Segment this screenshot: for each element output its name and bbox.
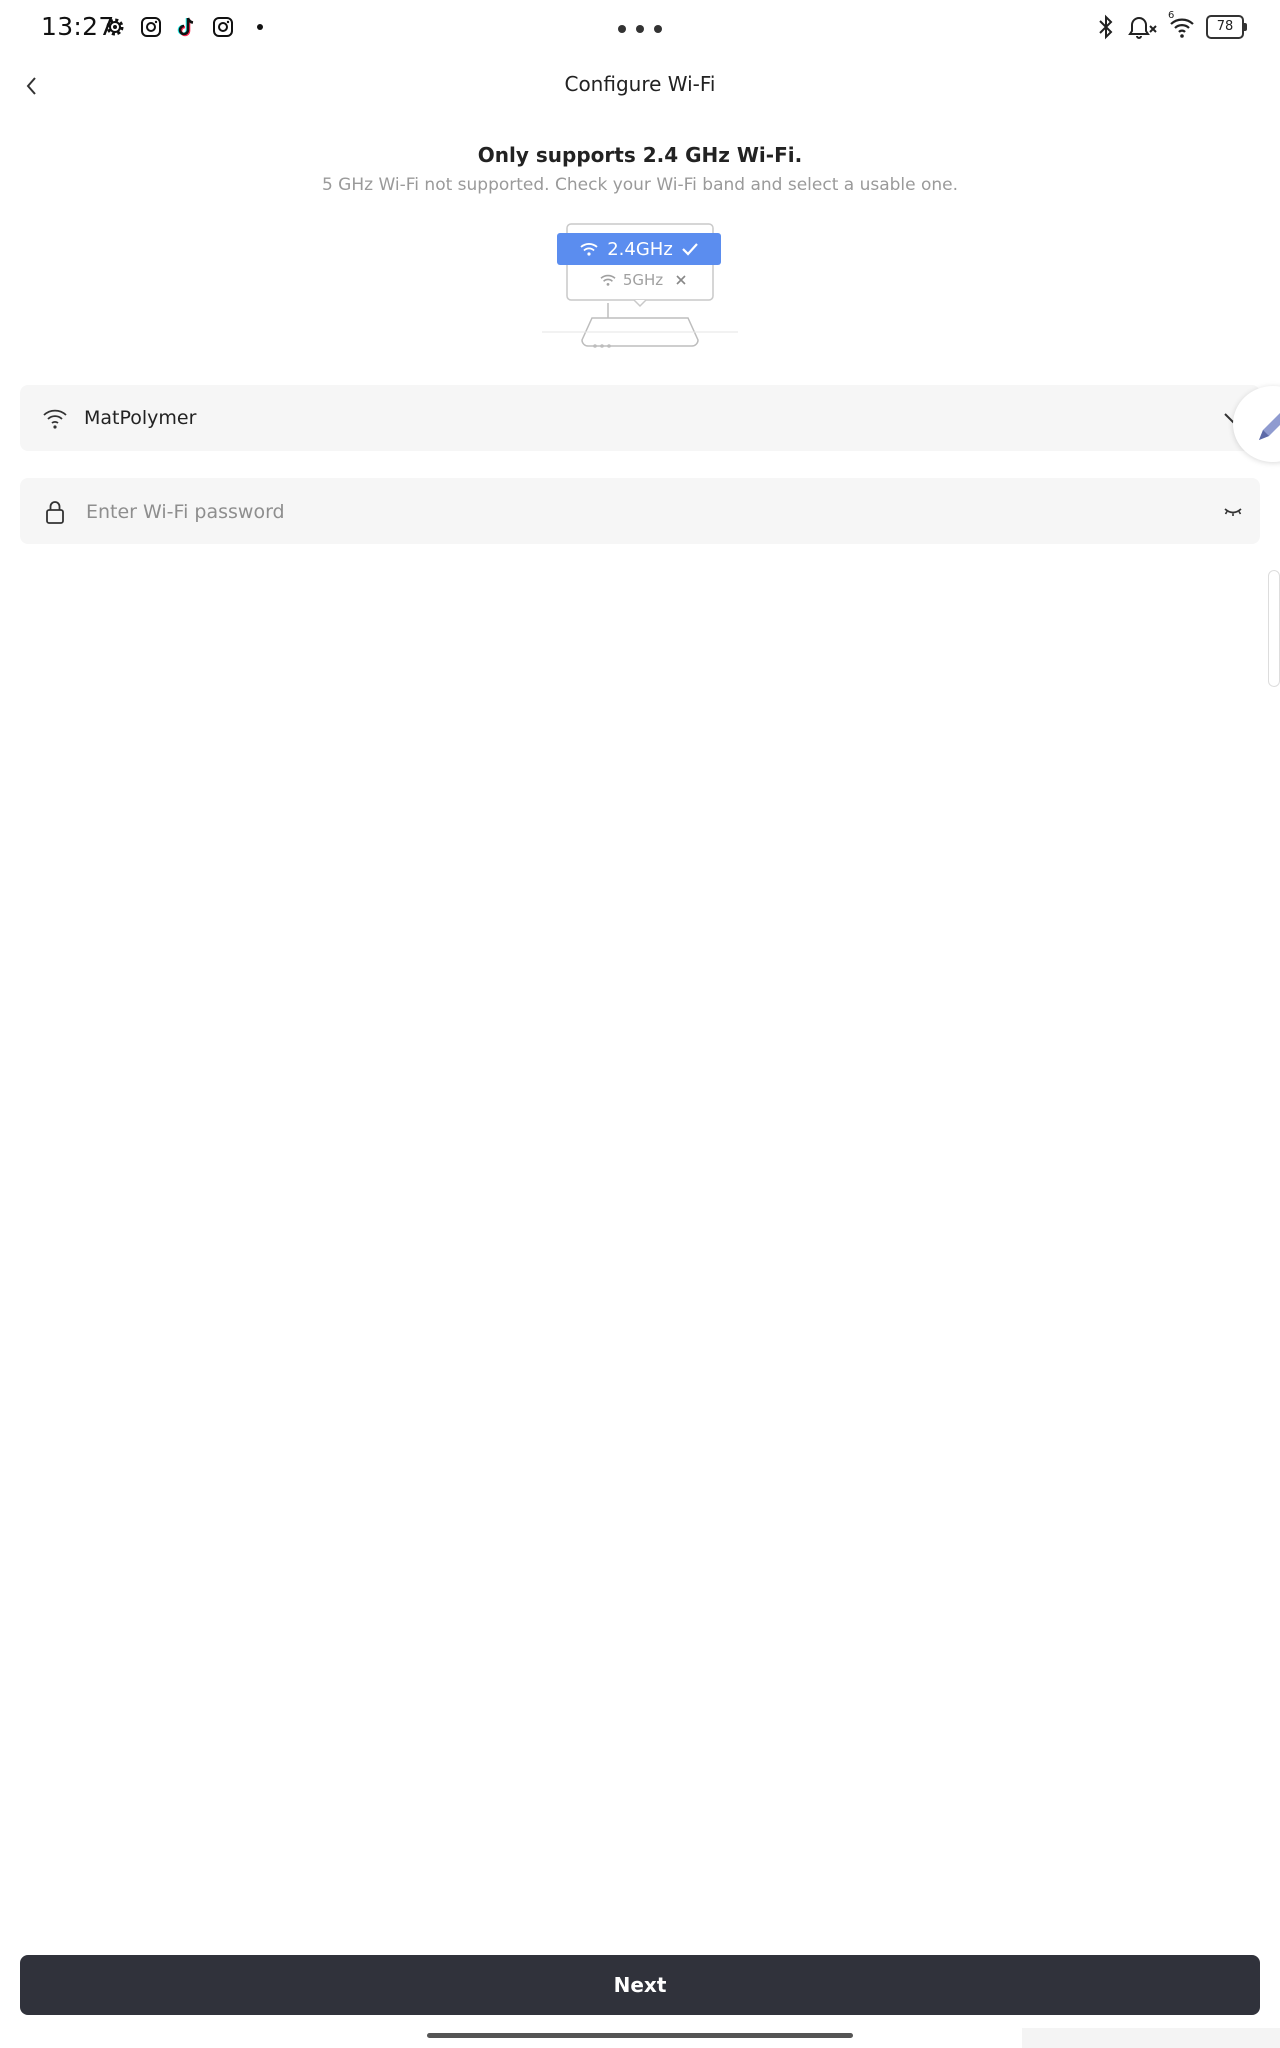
wifi-icon — [600, 274, 616, 286]
page-title: Configure Wi-Fi — [564, 72, 716, 96]
wifi-icon — [43, 409, 67, 429]
instagram-icon — [213, 17, 233, 37]
check-icon — [682, 243, 698, 256]
lock-icon — [46, 501, 64, 524]
wifi-icon — [580, 243, 598, 256]
gear-icon — [106, 18, 124, 36]
band-notice-title: Only supports 2.4 GHz Wi-Fi. — [477, 143, 803, 167]
close-icon — [676, 275, 686, 285]
status-bar: 13:27 6 78 — [0, 0, 1280, 58]
router-band-illustration: 2.4GHz 5GHz — [540, 220, 740, 360]
status-notification-icons — [103, 15, 263, 39]
band-supported-label: 2.4GHz — [607, 238, 673, 260]
home-indicator[interactable] — [427, 2033, 853, 2038]
configure-wifi-screen: 13:27 6 78 Configure Wi-Fi Only supports… — [0, 0, 1280, 2048]
eye-closed-icon[interactable] — [1220, 498, 1246, 524]
wifi-password-input[interactable] — [84, 490, 1168, 534]
wifi-icon — [1170, 18, 1194, 38]
band-notice-subtitle: 5 GHz Wi-Fi not supported. Check your Wi… — [321, 175, 959, 195]
instagram-icon — [141, 17, 161, 37]
status-system-icons: 6 78 — [1096, 10, 1247, 40]
wifi-network-select[interactable]: MatPolymer — [20, 385, 1260, 451]
selected-network-name: MatPolymer — [84, 407, 197, 429]
side-scroll-handle[interactable] — [1268, 570, 1280, 687]
bluetooth-icon — [1099, 14, 1113, 40]
wifi-status: 6 — [1168, 10, 1196, 40]
band-supported-tag: 2.4GHz — [557, 233, 721, 265]
bell-muted-icon — [1128, 17, 1157, 39]
next-button[interactable]: Next — [20, 1955, 1260, 2015]
bottom-corner-strip — [1022, 2028, 1280, 2048]
pencil-icon — [1259, 413, 1280, 440]
battery-indicator: 78 — [1206, 15, 1247, 39]
band-unsupported-tag: 5GHz — [598, 269, 688, 291]
band-unsupported-label: 5GHz — [622, 271, 664, 289]
header: Configure Wi-Fi — [0, 58, 1280, 114]
tiktok-icon — [177, 17, 194, 37]
more-notifications-dot — [257, 24, 263, 30]
wifi-password-field[interactable] — [20, 478, 1260, 544]
multitask-dots[interactable] — [618, 25, 662, 33]
